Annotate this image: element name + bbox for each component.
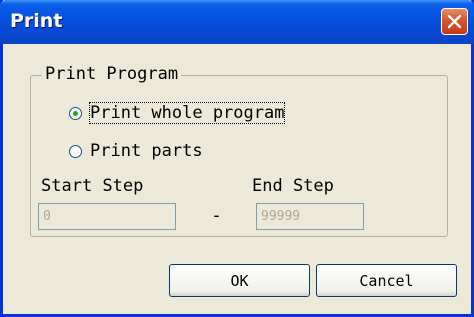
radio-button-unchecked[interactable] <box>69 144 82 158</box>
radio-label-parts: Print parts <box>90 141 203 161</box>
ok-button[interactable]: OK <box>169 264 310 297</box>
print-program-legend: Print Program <box>42 64 182 84</box>
cancel-button[interactable]: Cancel <box>316 264 457 297</box>
start-step-label: Start Step <box>41 176 144 196</box>
title-bar[interactable]: Print <box>0 0 474 44</box>
radio-print-parts[interactable]: Print parts <box>69 141 203 161</box>
close-button[interactable] <box>441 8 468 35</box>
range-separator: - <box>211 205 222 226</box>
print-dialog: Print Print Program Print whole program … <box>0 0 474 317</box>
start-step-field[interactable]: 0 <box>38 203 176 230</box>
end-step-field[interactable]: 99999 <box>256 203 364 230</box>
window-title: Print <box>10 10 63 32</box>
radio-button-checked[interactable] <box>69 106 82 120</box>
close-icon <box>447 14 462 29</box>
radio-label-whole-program: Print whole program <box>88 102 286 124</box>
radio-print-whole-program[interactable]: Print whole program <box>69 102 286 124</box>
end-step-label: End Step <box>252 176 334 196</box>
